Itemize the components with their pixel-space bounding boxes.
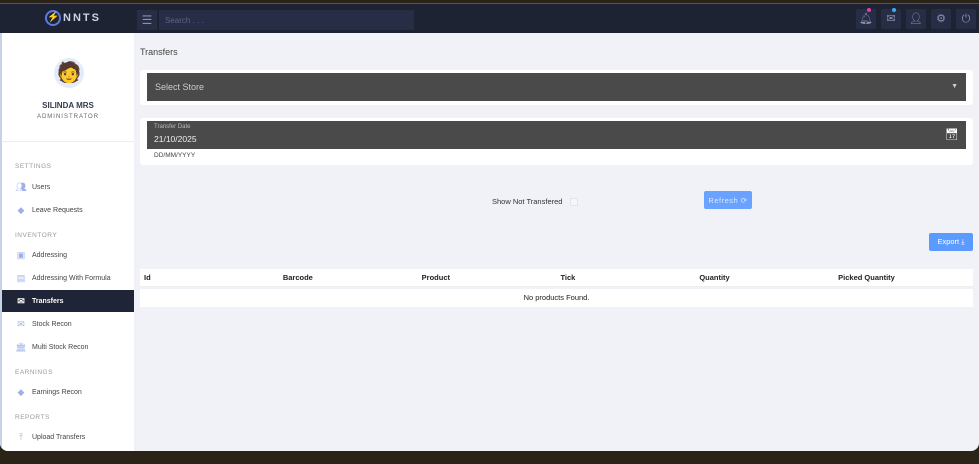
sidebar-item-label: Stock Recon <box>32 320 72 328</box>
search-input[interactable] <box>159 10 414 30</box>
sidebar-item-label: Upload Transfers <box>32 433 86 441</box>
notification-dot <box>867 8 871 12</box>
column-barcode[interactable]: Barcode <box>279 273 418 282</box>
column-id[interactable]: Id <box>140 273 279 282</box>
diamond-icon: ◆ <box>17 204 25 215</box>
envelope-icon: ✉ <box>17 318 25 329</box>
sidebar-item-label: Transfers <box>32 297 64 305</box>
sidebar-item-multi-stock-recon[interactable]: 🏛︎ Multi Stock Recon <box>2 336 134 358</box>
bank-icon: 🏛︎ <box>15 341 27 352</box>
sidebar-item-upload-transfers[interactable]: ⤒ Upload Transfers <box>2 426 134 448</box>
column-quantity[interactable]: Quantity <box>695 273 834 282</box>
sidebar-item-label: Addressing <box>32 251 68 259</box>
bell-icon[interactable]: 🔔︎ <box>856 8 876 29</box>
show-not-transfered: Show Not Transfered <box>492 197 579 206</box>
sidebar-item-addressing-with-formula[interactable]: ▤ Addressing With Formula <box>2 267 134 289</box>
column-tick[interactable]: Tick <box>556 273 695 282</box>
mail-dot <box>892 8 896 12</box>
date-format-hint: DD/MM/YYYY <box>154 152 196 159</box>
sidebar-item-earnings-recon[interactable]: ◆ Earnings Recon <box>2 381 134 403</box>
user-role: ADMINISTRATOR <box>36 114 100 120</box>
column-picked-quantity[interactable]: Picked Quantity <box>834 273 973 282</box>
sidebar-item-addressing[interactable]: ▣ Addressing <box>2 244 134 266</box>
sidebar-item-users[interactable]: 👥︎ Users <box>2 176 134 198</box>
store-card: Select Store ▼ <box>140 70 973 105</box>
avatar: 🧑 <box>54 58 84 88</box>
envelope-open-icon: ✉ <box>17 295 25 306</box>
section-settings: SETTINGS <box>15 163 52 170</box>
empty-message: No products Found. <box>140 289 973 307</box>
date-card: Transfer Date 21/10/2025 📅︎ DD/MM/YYYY <box>140 118 973 165</box>
logo[interactable]: ⚡ NNTS <box>45 10 101 26</box>
menu-toggle-button[interactable]: ☰ <box>137 10 157 30</box>
diamond-icon: ◆ <box>17 386 25 397</box>
transfer-date-label: Transfer Date <box>154 124 191 130</box>
divider <box>2 141 134 142</box>
show-not-transfered-checkbox[interactable] <box>570 197 579 206</box>
sidebar-item-label: Users <box>32 183 51 191</box>
id-card-icon: ▤ <box>16 272 26 283</box>
calendar-icon[interactable]: 📅︎ <box>945 128 959 141</box>
sidebar-item-label: Earnings Recon <box>32 388 82 396</box>
top-bar: ⚡NNTS ☰ 🔔︎ ✉ 👤︎ ⚙ ⏻ <box>0 3 979 33</box>
contact-icon: ▣ <box>16 249 26 260</box>
sidebar-item-label: Multi Stock Recon <box>32 343 89 351</box>
show-not-transfered-label: Show Not Transfered <box>492 197 563 206</box>
sidebar-item-stock-recon[interactable]: ✉ Stock Recon <box>2 313 134 335</box>
gear-icon[interactable]: ⚙ <box>931 9 951 29</box>
transfer-date-value: 21/10/2025 <box>154 134 197 144</box>
sidebar-item-leave-requests[interactable]: ◆ Leave Requests <box>2 199 134 221</box>
upload-icon: ⤒ <box>19 431 23 442</box>
column-product[interactable]: Product <box>418 273 557 282</box>
chevron-down-icon: ▼ <box>951 83 958 90</box>
section-reports: REPORTS <box>15 414 50 421</box>
transfer-date-field[interactable]: Transfer Date 21/10/2025 📅︎ <box>147 121 966 149</box>
table-header: Id Barcode Product Tick Quantity Picked … <box>140 269 973 287</box>
user-icon[interactable]: 👤︎ <box>906 9 926 29</box>
store-select[interactable]: Select Store ▼ <box>147 73 966 101</box>
app-window: ⚡NNTS ☰ 🔔︎ ✉ 👤︎ ⚙ ⏻ 🧑 SILINDA MRS ADMINI… <box>0 3 979 451</box>
mail-icon[interactable]: ✉ <box>881 8 901 29</box>
page-title: Transfers <box>140 47 178 57</box>
power-icon[interactable]: ⏻ <box>956 9 976 29</box>
sidebar-item-label: Leave Requests <box>32 206 83 214</box>
sidebar: 🧑 SILINDA MRS ADMINISTRATOR SETTINGS 👥︎ U… <box>0 33 134 451</box>
logo-text: NNTS <box>63 12 101 24</box>
section-inventory: INVENTORY <box>15 232 58 239</box>
sidebar-item-transfers[interactable]: ✉ Transfers <box>2 290 134 312</box>
main-content: Transfers Select Store ▼ Transfer Date 21… <box>134 33 979 451</box>
refresh-button[interactable]: Refresh ⟳ <box>704 191 752 209</box>
export-button[interactable]: Export ⤓ <box>929 233 973 251</box>
section-earnings: EARNINGS <box>15 369 53 376</box>
user-name: SILINDA MRS <box>42 101 94 110</box>
store-select-value: Select Store <box>155 82 205 92</box>
users-icon: 👥︎ <box>15 181 27 192</box>
bolt-icon: ⚡ <box>45 10 61 26</box>
sidebar-item-label: Addressing With Formula <box>32 274 111 282</box>
